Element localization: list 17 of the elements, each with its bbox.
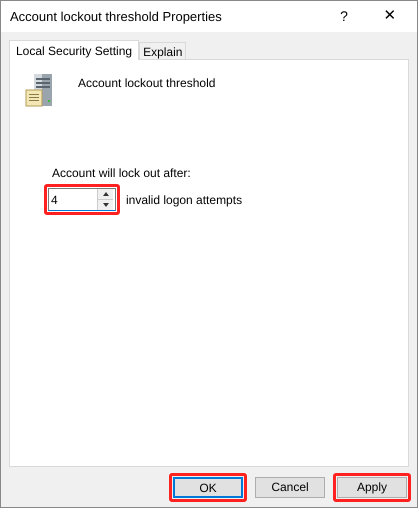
input-field[interactable]: 4 [49, 189, 97, 210]
up-arrow-icon [102, 192, 108, 196]
window-title: Account lockout threshold Properties [10, 8, 223, 26]
help-button[interactable]: ? [321, 1, 367, 32]
tab[interactable]: Explain [139, 42, 186, 59]
attempts-label: invalid logon attempts [126, 192, 242, 208]
close-button[interactable]: ✕ [367, 1, 413, 32]
dialog-button[interactable]: Cancel [255, 476, 325, 498]
lockout-label: Account will lock out after: [52, 165, 192, 182]
spin-field[interactable]: 4 [48, 188, 116, 211]
dialog-button[interactable]: OK [173, 476, 243, 498]
down-arrow-icon [102, 203, 108, 207]
spin-down-button[interactable] [98, 200, 113, 210]
dialog-button[interactable]: Apply [337, 476, 407, 498]
tab[interactable]: Local Security Setting [9, 40, 140, 60]
policy-name: Account lockout threshold [78, 75, 216, 92]
spin-up-button[interactable] [98, 189, 113, 200]
